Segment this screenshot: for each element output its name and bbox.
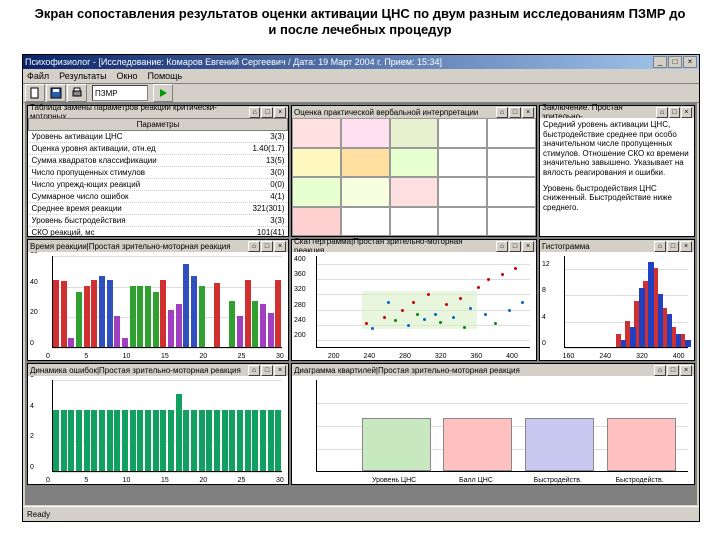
panel-title: Динамика ошибок|Простая зрительно-моторн…: [30, 366, 241, 375]
toolbar-new-icon[interactable]: [25, 84, 45, 102]
table-row: Оценка уровня активации, отн.ед1.40(1.7): [29, 143, 288, 155]
panel-pin-icon[interactable]: ⌂: [248, 365, 260, 376]
toolbar: ПЗМР: [23, 84, 699, 103]
panel-param-table: Таблица замены параметров реакции критич…: [27, 105, 289, 237]
minimize-button[interactable]: _: [653, 56, 667, 68]
menu-window[interactable]: Окно: [117, 71, 138, 81]
panel-max-icon[interactable]: □: [667, 241, 679, 252]
panel-pin-icon[interactable]: ⌂: [496, 107, 508, 118]
toolbar-print-icon[interactable]: [67, 84, 87, 102]
panel-interpretation: Заключение. Простая зрительно-⌂□× Средни…: [539, 105, 695, 237]
panel-max-icon[interactable]: □: [667, 365, 679, 376]
table-row: Среднее время реакции321(301): [29, 203, 288, 215]
panel-histogram: Гистограмма ⌂□× 04812160240320400: [539, 239, 695, 361]
panel-max-icon[interactable]: □: [261, 107, 273, 118]
menu-help[interactable]: Помощь: [147, 71, 182, 81]
panel-pin-icon[interactable]: ⌂: [656, 107, 667, 118]
statusbar: Ready: [23, 506, 699, 521]
panel-close-icon[interactable]: ×: [274, 365, 286, 376]
panel-close-icon[interactable]: ×: [522, 107, 534, 118]
panel-scatter: Скаттерграмма|Простая зрительно-моторная…: [291, 239, 537, 361]
close-button[interactable]: ×: [683, 56, 697, 68]
panel-pin-icon[interactable]: ⌂: [654, 241, 666, 252]
panel-pin-icon[interactable]: ⌂: [248, 241, 260, 252]
panel-pin-icon[interactable]: ⌂: [654, 365, 666, 376]
toolbar-scheme-combo[interactable]: ПЗМР: [92, 85, 148, 101]
page-caption: Экран сопоставления результатов оценки а…: [0, 0, 720, 43]
table-row: Уровень активации ЦНС3(3): [29, 131, 288, 143]
table-row: Сумма квадратов классификации13(5): [29, 155, 288, 167]
toolbar-save-icon[interactable]: [46, 84, 66, 102]
heat-grid: [292, 118, 536, 236]
panel-title: Гистограмма: [542, 242, 590, 251]
panel-close-icon[interactable]: ×: [522, 241, 534, 252]
panel-heatgrid: Оценка практической вербальной интерпрет…: [291, 105, 537, 237]
panel-pin-icon[interactable]: ⌂: [496, 241, 508, 252]
chart-area: 200240280320360400200240280320360400: [292, 252, 536, 360]
toolbar-run-icon[interactable]: [153, 84, 173, 102]
panel-max-icon[interactable]: □: [509, 241, 521, 252]
chart-area: 04812160240320400: [540, 252, 694, 360]
titlebar-text: Психофизиолог - [Исследование: Комаров Е…: [25, 57, 442, 67]
maximize-button[interactable]: □: [668, 56, 682, 68]
panel-title: Оценка практической вербальной интерпрет…: [294, 108, 478, 117]
panel-quartiles: Диаграмма квартилей|Простая зрительно-мо…: [291, 363, 695, 485]
table-header: Параметры: [29, 119, 288, 131]
panel-reaction-bars: Время реакции|Простая зрительно-моторная…: [27, 239, 289, 361]
panel-close-icon[interactable]: ×: [680, 365, 692, 376]
panel-error-bars: Динамика ошибок|Простая зрительно-моторн…: [27, 363, 289, 485]
panel-max-icon[interactable]: □: [261, 365, 273, 376]
table-row: Число пропущенных стимулов3(0): [29, 167, 288, 179]
table-row: Суммарное число ошибок4(1): [29, 191, 288, 203]
panel-close-icon[interactable]: ×: [680, 241, 692, 252]
panel-max-icon[interactable]: □: [261, 241, 273, 252]
mdi-area: Таблица замены параметров реакции критич…: [25, 103, 697, 505]
panel-close-icon[interactable]: ×: [681, 107, 692, 118]
titlebar: Психофизиолог - [Исследование: Комаров Е…: [23, 55, 699, 69]
panel-max-icon[interactable]: □: [509, 107, 521, 118]
panel-close-icon[interactable]: ×: [274, 107, 286, 118]
application-window: Психофизиолог - [Исследование: Комаров Е…: [22, 54, 700, 522]
menu-file[interactable]: Файл: [27, 71, 49, 81]
parameters-table: Параметры Уровень активации ЦНС3(3)Оценк…: [28, 118, 288, 236]
interpretation-text: Средний уровень активации ЦНС, быстродей…: [540, 118, 694, 236]
panel-max-icon[interactable]: □: [669, 107, 680, 118]
chart-area: 0204060051015202530: [28, 252, 288, 360]
menu-view[interactable]: Результаты: [59, 71, 106, 81]
table-row: Число упрежд-ющих реакций0(0): [29, 179, 288, 191]
panel-title: Диаграмма квартилей|Простая зрительно-мо…: [294, 366, 520, 375]
menubar: Файл Результаты Окно Помощь: [23, 69, 699, 84]
chart-area: 0246051015202530: [28, 376, 288, 484]
table-row: СКО реакций, мс101(41): [29, 227, 288, 237]
panel-close-icon[interactable]: ×: [274, 241, 286, 252]
panel-pin-icon[interactable]: ⌂: [249, 107, 261, 118]
chart-area: Уровень ЦНСБалл ЦНСБыстродейств.Быстроде…: [292, 376, 694, 484]
panel-title: Время реакции|Простая зрительно-моторная…: [30, 242, 231, 251]
table-row: Уровень быстродействия3(3): [29, 215, 288, 227]
